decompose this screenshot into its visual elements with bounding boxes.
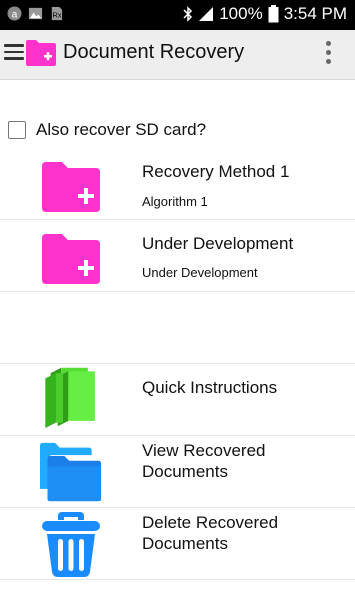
folder-plus-icon: [26, 40, 56, 66]
hamburger-icon[interactable]: [4, 44, 24, 64]
signal-icon: [199, 7, 214, 21]
clock: 3:54 PM: [283, 4, 347, 23]
item-title: View Recovered Documents: [142, 441, 266, 481]
sd-card-option[interactable]: Also recover SD card?: [8, 120, 206, 140]
item-title: Under Development: [142, 234, 294, 253]
folder-plus-icon: [42, 162, 100, 212]
folders-icon: [40, 442, 102, 502]
list-item-recovery-method-1[interactable]: Recovery Method 1 Algorithm 1: [0, 148, 355, 220]
app-title: Document Recovery: [63, 41, 245, 63]
svg-text:a: a: [12, 9, 18, 20]
list-item-delete-recovered[interactable]: Delete Recovered Documents: [0, 508, 355, 580]
item-subtitle: Under Development: [142, 265, 258, 280]
folder-plus-icon: [42, 234, 100, 284]
item-title: Recovery Method 1: [142, 162, 290, 181]
notification-icons: a Rx: [7, 6, 64, 21]
list-item-quick-instructions[interactable]: Quick Instructions: [0, 364, 355, 436]
list-item-under-development[interactable]: Under Development Under Development: [0, 220, 355, 292]
battery-icon: [268, 5, 279, 23]
item-title: Delete Recovered Documents: [142, 513, 279, 553]
sim-icon: Rx: [51, 6, 63, 21]
more-vert-icon[interactable]: [323, 41, 333, 67]
item-subtitle: Algorithm 1: [142, 194, 208, 209]
list-item-view-recovered[interactable]: View Recovered Documents: [0, 436, 355, 508]
app-bar: Document Recovery: [0, 30, 355, 80]
image-icon: [28, 7, 43, 20]
trash-icon: [42, 512, 100, 577]
svg-text:Rx: Rx: [52, 10, 61, 19]
sd-card-label: Also recover SD card?: [36, 120, 207, 139]
sd-card-checkbox[interactable]: [8, 121, 26, 139]
bluetooth-icon: [183, 6, 193, 22]
item-title: Quick Instructions: [142, 378, 278, 397]
amazon-icon: a: [7, 6, 22, 21]
battery-percent: 100%: [219, 4, 263, 23]
system-status: 100% 3:54 PM: [183, 4, 347, 24]
status-bar: a Rx 100% 3:54 PM: [0, 0, 355, 30]
books-icon: [45, 367, 95, 428]
